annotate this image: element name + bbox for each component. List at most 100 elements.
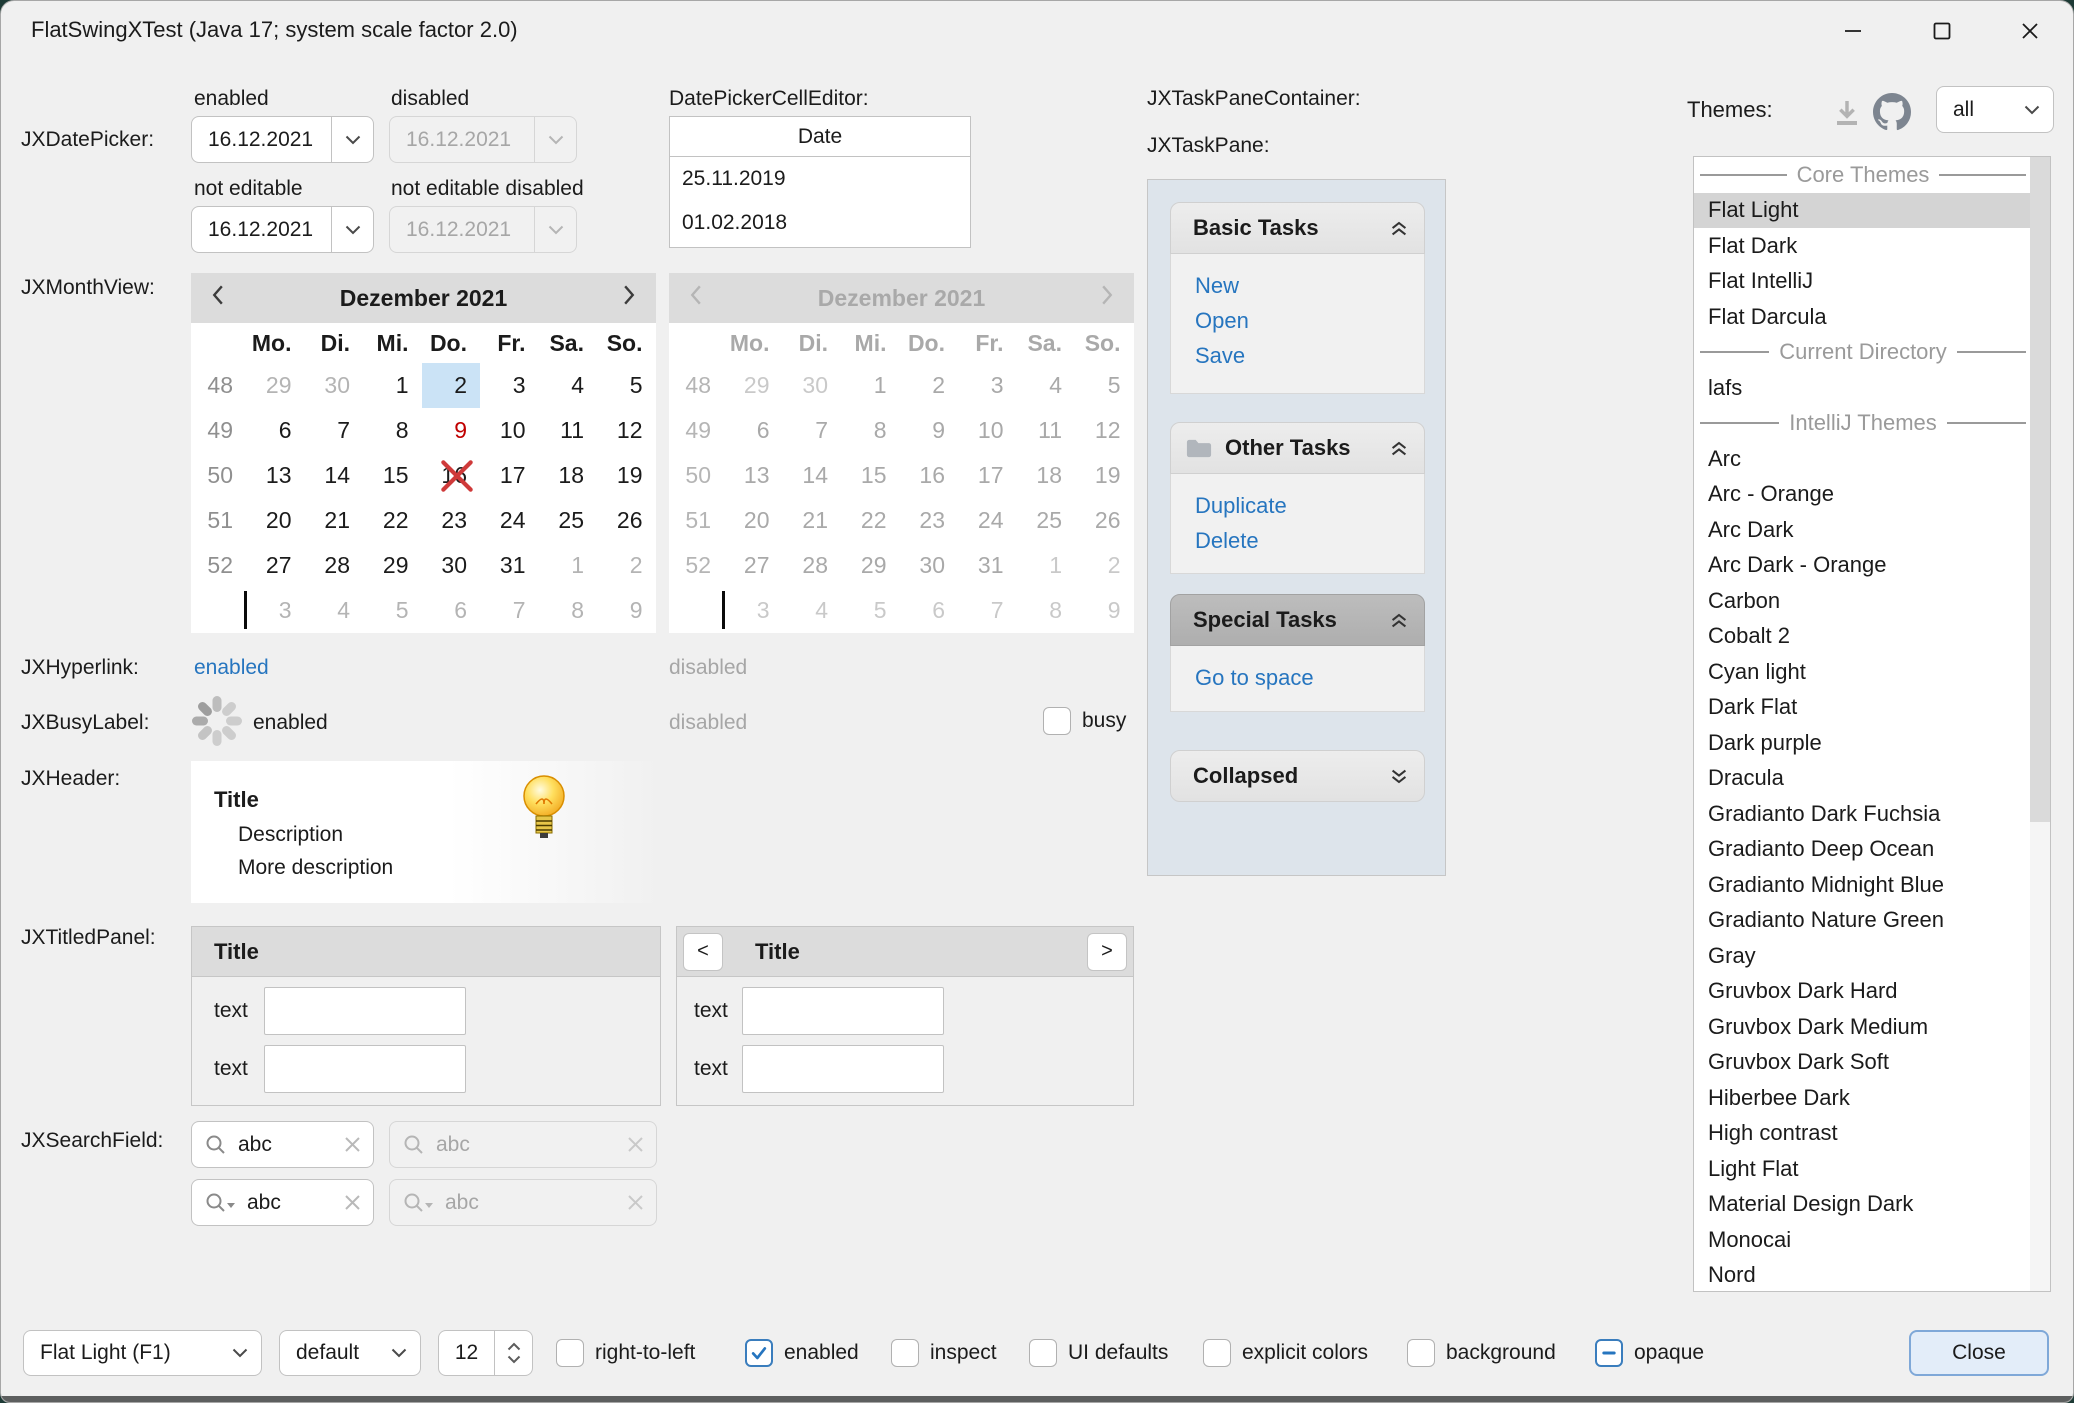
day-cell[interactable]: 5 [363,588,422,633]
day-cell[interactable]: 6 [246,408,305,453]
task-pane-header[interactable]: Other Tasks [1170,422,1425,474]
day-cell[interactable]: 15 [363,453,422,498]
checkbox-background[interactable]: background [1407,1339,1556,1367]
day-cell[interactable]: 7 [305,408,364,453]
close-window-button[interactable] [2007,13,2053,49]
theme-item[interactable]: Arc Dark [1694,512,2032,548]
checkbox-inspect[interactable]: inspect [891,1339,997,1367]
collapse-icon[interactable] [1388,220,1410,237]
search-field-enabled[interactable] [191,1121,374,1168]
theme-item[interactable]: Nord [1694,1258,2032,1293]
expand-icon[interactable] [1388,768,1410,785]
theme-item[interactable]: High contrast [1694,1116,2032,1152]
search-field-with-menu-enabled[interactable] [191,1179,374,1226]
text-field[interactable] [264,987,466,1035]
task-link[interactable]: Go to space [1195,660,1424,695]
day-cell[interactable]: 27 [246,543,305,588]
theme-item[interactable]: Hiberbee Dark [1694,1080,2032,1116]
day-cell[interactable]: 10 [480,408,539,453]
checkbox-busy[interactable]: busy [1043,707,1126,735]
table-header-date[interactable]: Date [670,117,970,157]
next-month-icon[interactable] [623,284,636,312]
checkbox-right-to-left[interactable]: right-to-left [556,1339,695,1367]
task-link[interactable]: Save [1195,338,1424,373]
theme-item[interactable]: Light Flat [1694,1151,2032,1187]
theme-item[interactable]: Flat Darcula [1694,299,2032,335]
day-cell[interactable]: 3 [480,363,539,408]
day-cell[interactable]: 22 [363,498,422,543]
checkbox-enabled[interactable]: enabled [745,1339,859,1367]
theme-item[interactable]: Carbon [1694,583,2032,619]
day-cell[interactable]: 16 [422,453,481,498]
theme-item[interactable]: Material Design Dark [1694,1187,2032,1223]
day-cell[interactable]: 26 [597,498,656,543]
prev-button[interactable]: < [683,933,723,971]
table-row[interactable]: 01.02.2018 [670,201,970,245]
day-cell[interactable]: 24 [480,498,539,543]
theme-item[interactable]: Cobalt 2 [1694,619,2032,655]
laf-combo[interactable]: Flat Light (F1) [23,1330,262,1376]
text-field[interactable] [264,1045,466,1093]
next-button[interactable]: > [1087,933,1127,971]
theme-item[interactable]: Dracula [1694,761,2032,797]
theme-item[interactable]: Gruvbox Dark Hard [1694,974,2032,1010]
theme-item[interactable]: Gruvbox Dark Medium [1694,1009,2032,1045]
day-cell[interactable]: 8 [539,588,598,633]
day-cell[interactable]: 1 [363,363,422,408]
day-cell[interactable]: 25 [539,498,598,543]
theme-item[interactable]: Monocai [1694,1222,2032,1258]
github-button[interactable] [1873,93,1911,136]
day-cell[interactable]: 6 [422,588,481,633]
collapse-icon[interactable] [1388,440,1410,457]
task-link[interactable]: Delete [1195,523,1424,558]
close-button[interactable]: Close [1909,1330,2049,1376]
hyperlink-enabled[interactable]: enabled [194,656,269,680]
day-cell[interactable]: 18 [539,453,598,498]
day-cell[interactable]: 4 [305,588,364,633]
day-cell[interactable]: 1 [539,543,598,588]
task-pane-header[interactable]: Collapsed [1170,750,1425,802]
spinner-buttons[interactable] [494,1331,532,1375]
font-size-spinner[interactable]: 12 [438,1330,533,1376]
maximize-button[interactable] [1919,13,1965,49]
day-cell[interactable]: 2 [422,363,481,408]
theme-item[interactable]: Gruvbox Dark Soft [1694,1045,2032,1081]
theme-item[interactable]: Gradianto Midnight Blue [1694,867,2032,903]
checkbox-opaque[interactable]: opaque [1595,1339,1704,1367]
day-cell[interactable]: 28 [305,543,364,588]
theme-item[interactable]: Gradianto Deep Ocean [1694,832,2032,868]
theme-item[interactable]: Flat IntelliJ [1694,264,2032,300]
scrollbar-track[interactable] [2030,157,2050,1291]
theme-item[interactable]: Cyan light [1694,654,2032,690]
search-input[interactable] [238,1133,344,1157]
theme-item[interactable]: Dark Flat [1694,690,2032,726]
search-input[interactable] [247,1191,344,1215]
minimize-button[interactable] [1830,13,1876,49]
day-cell[interactable]: 29 [363,543,422,588]
day-cell[interactable]: 30 [422,543,481,588]
scrollbar-thumb[interactable] [2030,157,2050,822]
theme-item[interactable]: Arc - Orange [1694,477,2032,513]
day-cell[interactable]: 17 [480,453,539,498]
checkbox-explicit-colors[interactable]: explicit colors [1203,1339,1368,1367]
day-cell[interactable]: 11 [539,408,598,453]
table-row[interactable]: 25.11.2019 [670,157,970,201]
task-pane-header[interactable]: Special Tasks [1170,594,1425,646]
day-cell[interactable]: 14 [305,453,364,498]
theme-item[interactable]: Gradianto Dark Fuchsia [1694,796,2032,832]
day-cell[interactable]: 3 [246,588,305,633]
day-cell[interactable]: 4 [539,363,598,408]
day-cell[interactable]: 23 [422,498,481,543]
clear-search-icon[interactable] [344,1136,361,1153]
day-cell[interactable]: 30 [305,363,364,408]
day-cell[interactable]: 13 [246,453,305,498]
theme-item[interactable]: Flat Light [1694,193,2032,229]
font-combo[interactable]: default [279,1330,421,1376]
checkbox-ui-defaults[interactable]: UI defaults [1029,1339,1168,1367]
task-pane-header[interactable]: Basic Tasks [1170,202,1425,254]
day-cell[interactable]: 29 [246,363,305,408]
day-cell[interactable]: 2 [597,543,656,588]
download-themes-button[interactable] [1831,97,1863,134]
collapse-icon[interactable] [1388,612,1410,629]
clear-search-icon[interactable] [344,1194,361,1211]
